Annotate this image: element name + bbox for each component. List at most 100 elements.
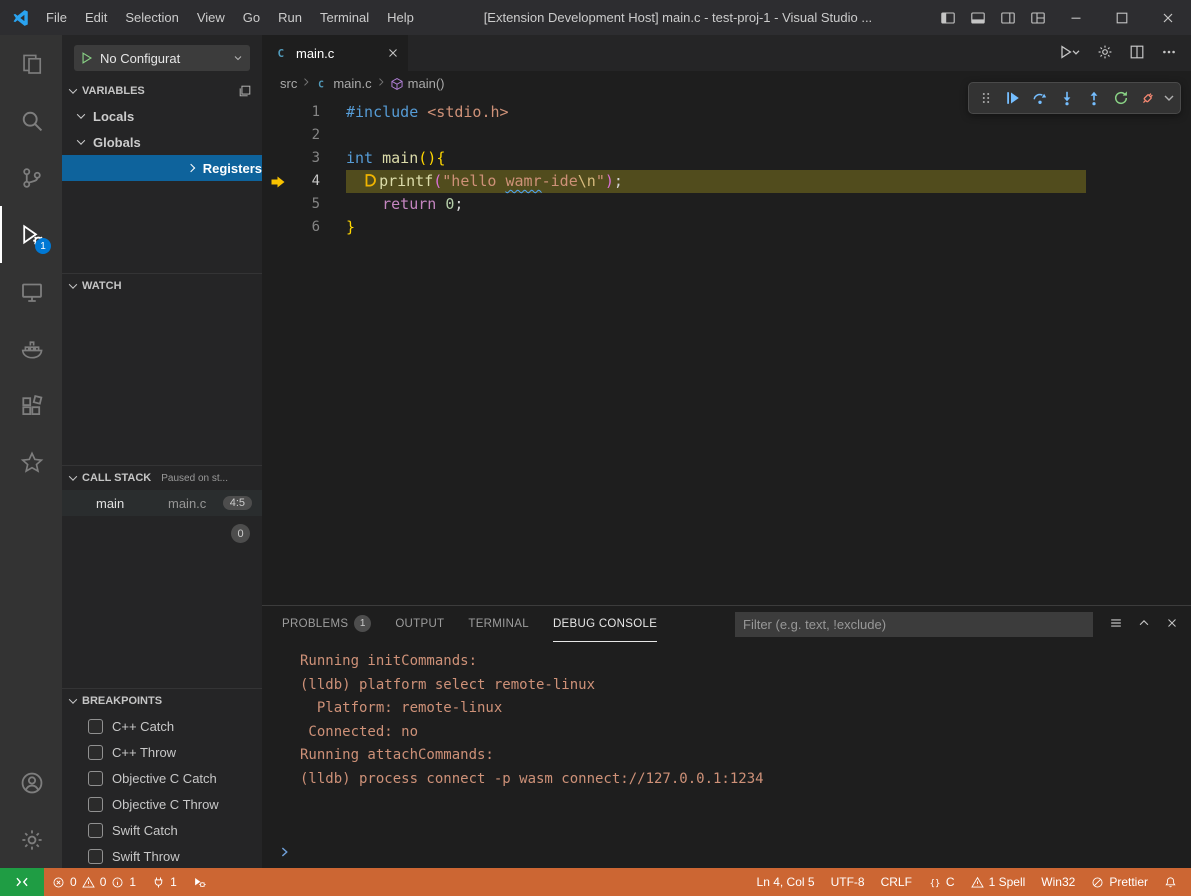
menu-go[interactable]: Go [234,0,269,35]
breakpoint-checkbox[interactable] [88,823,103,838]
line-number-gutter[interactable]: 1 [262,101,346,124]
breakpoint-c-throw[interactable]: C++ Throw [62,739,262,765]
line-number-gutter[interactable]: 2 [262,124,346,147]
activity-item-run-and-debug[interactable]: 1 [0,206,62,263]
breakpoint-objective-c-catch[interactable]: Objective C Catch [62,765,262,791]
breakpoint-checkbox[interactable] [88,719,103,734]
chevron-right-icon [187,164,195,172]
code-editor[interactable]: 1#include <stdio.h>23int main(){4 printf… [262,96,1191,239]
watch-title: WATCH [82,280,122,292]
panel-tab-output[interactable]: OUTPUT [395,606,444,642]
call-stack-header[interactable]: CALL STACK Paused on st... [62,466,262,490]
svg-text:C: C [318,79,324,90]
line-number-gutter[interactable]: 4 [262,170,346,193]
breakpoint-swift-catch[interactable]: Swift Catch [62,817,262,843]
menu-selection[interactable]: Selection [116,0,187,35]
editor-action-run-or-debug[interactable] [1059,44,1081,63]
breadcrumb-item-main-c[interactable]: Cmain.c [315,76,371,91]
tab-main-c[interactable]: C main.c [262,35,408,71]
scope-globals[interactable]: Globals [62,129,262,155]
ports-status[interactable]: 1 [144,868,185,896]
panel-tab-terminal[interactable]: TERMINAL [468,606,529,642]
toggle-secondary-sidebar-button[interactable] [993,0,1023,35]
debug-session-dropdown-button[interactable] [1161,85,1177,111]
debug-status[interactable] [185,868,214,896]
breakpoint-checkbox[interactable] [88,797,103,812]
step-out-button[interactable] [1080,85,1107,111]
console-prompt[interactable] [278,845,292,862]
scope-registers[interactable]: Registers [62,155,262,181]
activity-item-docker[interactable] [0,320,62,377]
activity-item-manage-settings[interactable] [0,811,62,868]
editor-action-more-actions[interactable] [1161,44,1177,63]
activity-item-search[interactable] [0,92,62,149]
toggle-primary-sidebar-button[interactable] [933,0,963,35]
console-filter-input[interactable] [735,612,1093,637]
breadcrumb-item-main[interactable]: main() [390,76,445,91]
plug-icon [152,876,165,889]
status-prettier[interactable]: Prettier [1083,868,1156,896]
activity-item-remote-explorer[interactable] [0,263,62,320]
scope-locals[interactable]: Locals [62,103,262,129]
close-tab-icon[interactable] [386,46,400,60]
toggle-panel-button[interactable] [963,0,993,35]
activity-item-accounts[interactable] [0,754,62,811]
minimize-button[interactable] [1053,0,1099,35]
customize-layout-button[interactable] [1023,0,1053,35]
menu-terminal[interactable]: Terminal [311,0,378,35]
status-eol[interactable]: CRLF [873,868,920,896]
status-cursor-position[interactable]: Ln 4, Col 5 [749,868,823,896]
panes-icon[interactable] [238,84,252,98]
continue-button[interactable] [999,85,1026,111]
drag-handle-button[interactable] [972,85,999,111]
remote-icon [15,875,29,889]
panel-tab-problems[interactable]: PROBLEMS1 [282,606,371,642]
step-into-button[interactable] [1053,85,1080,111]
status-language-mode[interactable]: {}C [920,868,963,896]
line-number-gutter[interactable]: 6 [262,216,346,239]
breakpoint-objective-c-throw[interactable]: Objective C Throw [62,791,262,817]
disconnect-button[interactable] [1134,85,1161,111]
editor-action-split-editor[interactable] [1129,44,1145,63]
menu-file[interactable]: File [37,0,76,35]
debug-sidebar: No Configurat VARIABLES LocalsGlobalsReg… [62,35,262,868]
remote-indicator[interactable] [0,868,44,896]
step-over-button[interactable] [1026,85,1053,111]
problems-status[interactable]: 0 0 1 [44,868,144,896]
activity-item-source-control[interactable] [0,149,62,206]
variables-header[interactable]: VARIABLES [62,79,262,103]
breakpoints-header[interactable]: BREAKPOINTS [62,689,262,713]
breadcrumb-item-src[interactable]: src [280,76,297,91]
editor-action-open-settings[interactable] [1097,44,1113,63]
status-notifications[interactable] [1156,868,1185,896]
breakpoint-checkbox[interactable] [88,771,103,786]
breakpoint-checkbox[interactable] [88,849,103,864]
watch-header[interactable]: WATCH [62,274,262,298]
menu-edit[interactable]: Edit [76,0,116,35]
menu-help[interactable]: Help [378,0,423,35]
restart-button[interactable] [1107,85,1134,111]
breakpoint-swift-throw[interactable]: Swift Throw [62,843,262,868]
status-platform[interactable]: Win32 [1033,868,1083,896]
menu-run[interactable]: Run [269,0,311,35]
activity-item-star[interactable] [0,434,62,491]
panel-tab-debug-console[interactable]: DEBUG CONSOLE [553,606,657,642]
breakpoint-checkbox[interactable] [88,745,103,760]
start-debugging-icon[interactable] [80,51,94,65]
call-stack-frame[interactable]: mainmain.c4:5 [62,490,262,516]
activity-item-explorer[interactable] [0,35,62,92]
activity-item-extensions[interactable] [0,377,62,434]
close-panel-button[interactable] [1165,616,1179,633]
line-number-gutter[interactable]: 5 [262,193,346,216]
line-number-gutter[interactable]: 3 [262,147,346,170]
status-encoding[interactable]: UTF-8 [823,868,873,896]
close-window-button[interactable] [1145,0,1191,35]
status-spell-checker[interactable]: 1 Spell [963,868,1034,896]
maximize-panel-button[interactable] [1137,616,1151,633]
debug-config-select[interactable]: No Configurat [74,45,250,71]
console-options-button[interactable] [1109,616,1123,633]
menu-view[interactable]: View [188,0,234,35]
console-line: Running attachCommands: [300,744,1191,768]
breakpoint-c-catch[interactable]: C++ Catch [62,713,262,739]
maximize-button[interactable] [1099,0,1145,35]
